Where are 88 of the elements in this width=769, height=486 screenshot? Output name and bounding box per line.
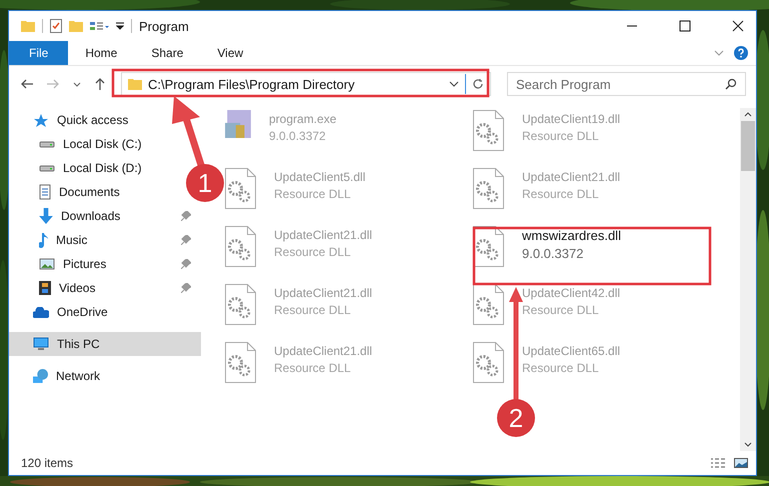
ribbon-tab[interactable]: View [200, 41, 260, 65]
scroll-down-icon[interactable] [744, 442, 752, 447]
settings-file-icon [473, 342, 504, 383]
settings-file-icon [473, 168, 504, 209]
file-name: UpdateClient21.dll [522, 170, 620, 184]
step-badge: 2 [497, 399, 535, 437]
address-path: C:\Program Files\Program Directory [148, 76, 356, 92]
nav-item[interactable]: Local Disk (D:) [9, 156, 148, 180]
scroll-up-icon[interactable] [744, 112, 752, 117]
nav-item[interactable]: Pictures [9, 252, 201, 276]
drive-icon [39, 140, 55, 148]
details-view-icon[interactable] [710, 458, 726, 468]
minimize-icon[interactable] [626, 25, 638, 27]
file-name: UpdateClient21.dll [274, 286, 372, 300]
settings-file-icon [225, 342, 256, 383]
settings-file-icon [225, 168, 256, 209]
document-icon [39, 184, 51, 200]
file-name: UpdateClient21.dll [274, 228, 372, 242]
item-count: 120 items [21, 456, 74, 470]
network-icon [33, 369, 48, 383]
file-detail: Resource DLL [522, 187, 600, 201]
drive-icon [39, 164, 55, 172]
address-field[interactable]: C:\Program Files\Program Directory [121, 72, 491, 96]
folder-icon [128, 78, 142, 90]
file-name: program.exe [269, 112, 336, 126]
film-icon [39, 281, 51, 295]
file-name: wmswizardres.dll [522, 228, 621, 243]
file-name: UpdateClient42.dll [522, 286, 620, 300]
ribbon-tab[interactable]: Home [68, 41, 134, 65]
file-name: UpdateClient19.dll [522, 112, 620, 126]
settings-file-icon [473, 110, 504, 151]
nav-item[interactable]: OneDrive [9, 300, 114, 324]
file-detail: 9.0.0.3372 [522, 246, 584, 261]
file-name: UpdateClient5.dll [274, 170, 366, 184]
back-icon[interactable] [21, 79, 33, 89]
pin-icon[interactable] [181, 259, 191, 269]
nav-item[interactable]: Videos [9, 276, 201, 300]
nav-item[interactable]: This PC [9, 332, 201, 356]
file-detail: Resource DLL [522, 129, 600, 143]
up-icon[interactable] [95, 78, 105, 90]
search-icon [725, 78, 737, 90]
ribbon-tab[interactable]: File [9, 41, 68, 65]
window-title: Program [139, 18, 189, 34]
file-detail: Resource DLL [274, 187, 352, 201]
ribbon-tab[interactable]: Share [134, 41, 200, 65]
music-note-icon [39, 232, 48, 248]
settings-file-icon [473, 284, 504, 325]
installer-icon [225, 110, 251, 138]
download-icon [39, 208, 53, 224]
expand-ribbon-icon[interactable] [714, 50, 724, 56]
file-detail: 9.0.0.3372 [269, 129, 327, 143]
nav-item[interactable]: Downloads [9, 204, 201, 228]
monitor-icon [33, 337, 49, 351]
file-tile[interactable]: wmswizardres.dll 9.0.0.3372 [469, 224, 717, 282]
file-detail: Resource DLL [522, 361, 600, 375]
image-icon [39, 258, 55, 270]
recent-locations-icon[interactable] [73, 82, 81, 86]
file-name: UpdateClient65.dll [522, 344, 620, 358]
file-detail: Resource DLL [274, 361, 352, 375]
nav-item[interactable]: Network [9, 364, 106, 388]
scrollbar-thumb[interactable] [741, 121, 755, 171]
large-icons-view-icon[interactable] [734, 458, 748, 468]
refresh-icon[interactable] [472, 78, 484, 90]
file-detail: Resource DLL [274, 303, 352, 317]
step-badge: 1 [186, 164, 224, 202]
checklist-icon[interactable] [50, 19, 62, 33]
maximize-icon[interactable] [679, 20, 691, 32]
pin-icon[interactable] [181, 235, 191, 245]
nav-item[interactable]: Documents [9, 180, 126, 204]
pin-icon[interactable] [181, 283, 191, 293]
search-field[interactable]: Search Program [507, 72, 746, 96]
pin-icon[interactable] [181, 211, 191, 221]
nav-item[interactable]: Music [9, 228, 201, 252]
close-icon[interactable] [732, 20, 744, 32]
file-detail: Resource DLL [522, 303, 600, 317]
file-name: UpdateClient21.dll [274, 344, 372, 358]
cloud-icon [33, 306, 49, 318]
star-icon [33, 114, 49, 126]
file-detail: Resource DLL [274, 245, 352, 259]
help-icon[interactable] [734, 46, 748, 60]
nav-item[interactable]: Local Disk (C:) [9, 132, 148, 156]
scrollbar[interactable] [740, 108, 756, 451]
settings-file-icon [225, 226, 256, 267]
settings-file-icon [225, 284, 256, 325]
dropdown-icon[interactable] [116, 22, 124, 30]
nav-item[interactable]: Quick access [9, 108, 134, 132]
properties-icon[interactable] [90, 22, 109, 30]
dropdown-icon[interactable] [449, 81, 459, 87]
